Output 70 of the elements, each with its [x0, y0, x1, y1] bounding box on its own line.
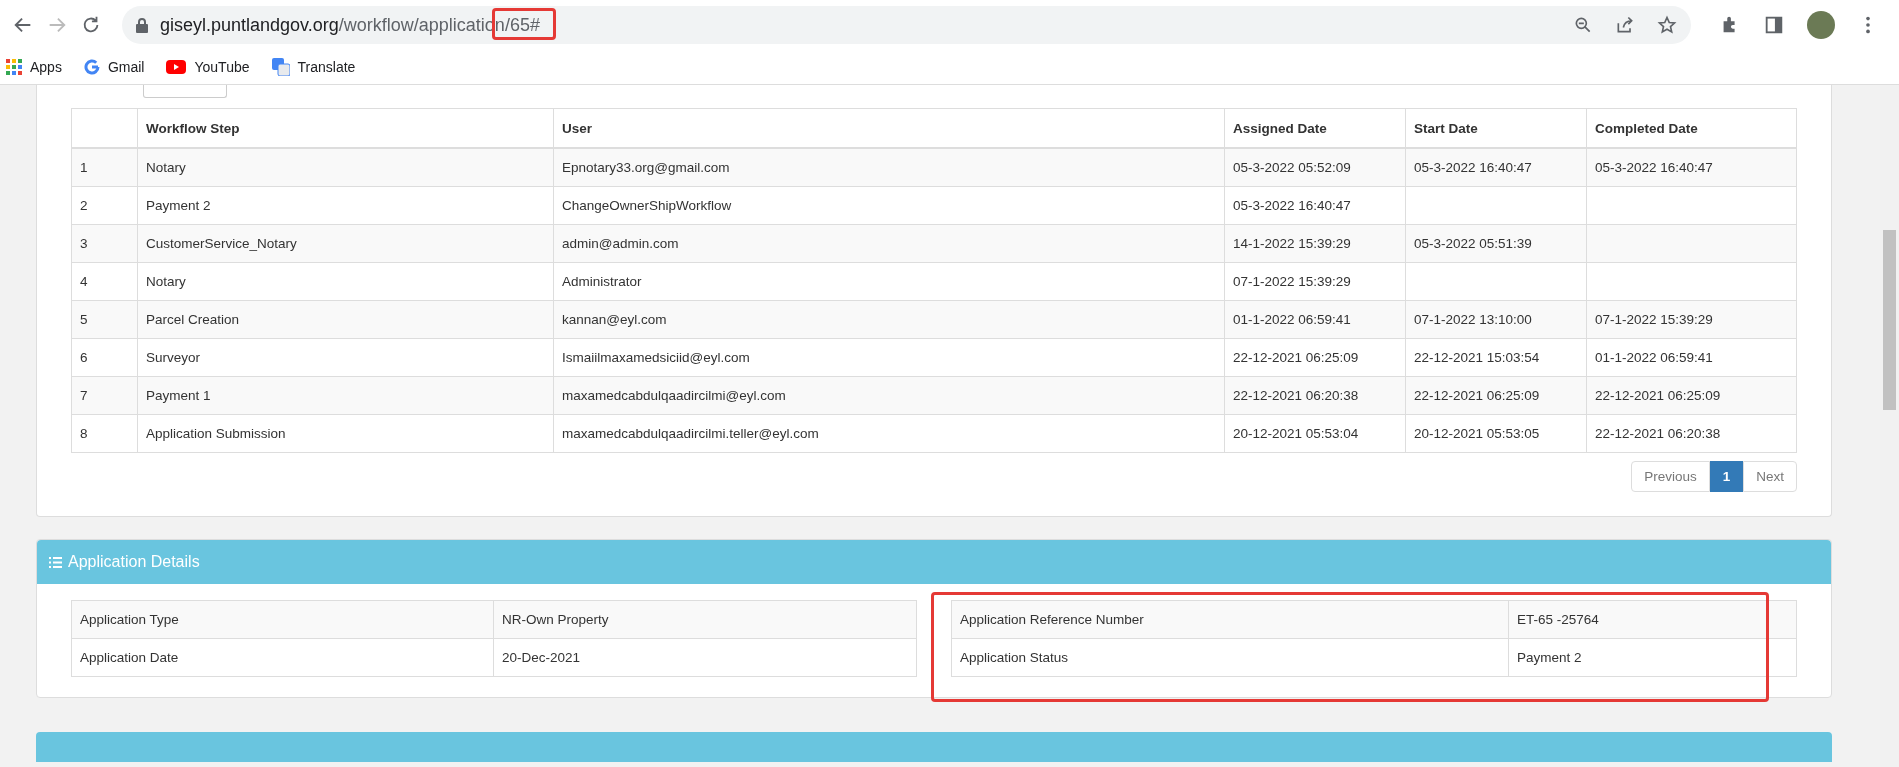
table-cell: 14-1-2022 15:39:29	[1224, 224, 1406, 263]
table-cell: 05-3-2022 16:40:47	[1224, 186, 1406, 225]
table-cell: 05-3-2022 05:52:09	[1224, 148, 1406, 187]
table-cell: 1	[71, 148, 138, 187]
table-cell: 5	[71, 300, 138, 339]
table-cell: 07-1-2022 15:39:29	[1586, 300, 1797, 339]
table-cell: 22-12-2021 06:20:38	[1224, 376, 1406, 415]
star-icon[interactable]	[1657, 15, 1677, 35]
table-cell: Surveyor	[137, 338, 554, 377]
table-cell: 2	[71, 186, 138, 225]
table-cell: Application Date	[71, 638, 494, 677]
table-cell: Application Type	[71, 600, 494, 639]
table-cell: NR-Own Property	[493, 600, 917, 639]
table-cell: 22-12-2021 06:20:38	[1586, 414, 1797, 453]
table-cell: 7	[71, 376, 138, 415]
bookmark-link[interactable]: YouTube	[194, 59, 250, 75]
table-cell: 20-Dec-2021	[493, 638, 917, 677]
table-cell: admin@admin.com	[553, 224, 1225, 263]
table-cell: 01-1-2022 06:59:41	[1586, 338, 1797, 377]
apps-grid-icon	[6, 59, 22, 75]
bookmark-link[interactable]: Translate	[297, 59, 356, 75]
table-cell: 22-12-2021 06:25:09	[1224, 338, 1406, 377]
table-cell: 8	[71, 414, 138, 453]
g-logo-icon	[83, 59, 100, 75]
table-cell: Epnotary33.org@gmail.com	[553, 148, 1225, 187]
table-cell: Application Reference Number	[951, 600, 1509, 639]
table-cell: maxamedcabdulqaadircilmi.teller@eyl.com	[553, 414, 1225, 453]
table-cell: Ismaiilmaxamedsiciid@eyl.com	[553, 338, 1225, 377]
next-button[interactable]: Next	[1743, 461, 1797, 492]
table-cell: 05-3-2022 16:40:47	[1405, 148, 1587, 187]
table-cell: 07-1-2022 13:10:00	[1405, 300, 1587, 339]
table-cell: Application Status	[951, 638, 1509, 677]
table-cell: ET-65 -25764	[1508, 600, 1797, 639]
avatar[interactable]	[1807, 11, 1835, 39]
table-cell: Application Submission	[137, 414, 554, 453]
play-logo-icon	[166, 60, 187, 74]
table-cell: 05-3-2022 05:51:39	[1405, 224, 1587, 263]
table-cell: Notary	[137, 262, 554, 301]
table-cell: Payment 2	[1508, 638, 1797, 677]
table-cell: 20-12-2021 05:53:04	[1224, 414, 1406, 453]
table-cell: Parcel Creation	[137, 300, 554, 339]
table-cell: maxamedcabdulqaadircilmi@eyl.com	[553, 376, 1225, 415]
table-cell: Notary	[137, 148, 554, 187]
table-cell: CustomerService_Notary	[137, 224, 554, 263]
table-cell: 20-12-2021 05:53:05	[1405, 414, 1587, 453]
translate-icon	[271, 58, 290, 76]
table-cell: kannan@eyl.com	[553, 300, 1225, 339]
table-cell: Payment 2	[137, 186, 554, 225]
table-cell: Administrator	[553, 262, 1225, 301]
share-icon[interactable]	[1615, 15, 1635, 35]
bookmark-link[interactable]: Apps	[30, 59, 62, 75]
table-cell: 22-12-2021 15:03:54	[1405, 338, 1587, 377]
list-icon	[49, 556, 62, 568]
table-cell: 4	[71, 262, 138, 301]
zoom-out-icon[interactable]	[1573, 15, 1593, 35]
table-cell: 6	[71, 338, 138, 377]
side-panel-icon[interactable]	[1763, 14, 1785, 36]
bookmark-link[interactable]: Gmail	[107, 59, 145, 75]
previous-button[interactable]: Previous	[1631, 461, 1710, 492]
table-cell: Payment 1	[137, 376, 554, 415]
table-cell: 05-3-2022 16:40:47	[1586, 148, 1797, 187]
table-cell: 3	[71, 224, 138, 263]
lock-icon	[136, 17, 148, 33]
table-cell: 07-1-2022 15:39:29	[1224, 262, 1406, 301]
table-cell: 22-12-2021 06:25:09	[1405, 376, 1587, 415]
panel-title: Application Details	[68, 553, 200, 571]
page-button[interactable]: 1	[1709, 461, 1744, 492]
table-cell: ChangeOwnerShipWorkflow	[553, 186, 1225, 225]
table-cell: 01-1-2022 06:59:41	[1224, 300, 1406, 339]
table-cell: 22-12-2021 06:25:09	[1586, 376, 1797, 415]
